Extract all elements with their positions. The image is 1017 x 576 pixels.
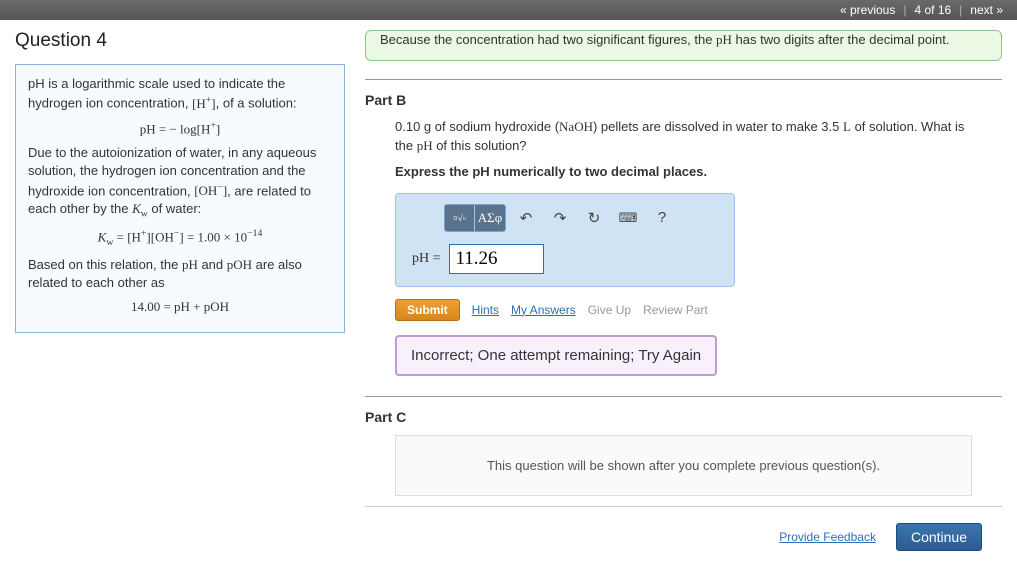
equation-kw: Kw = [H+][OH−] = 1.00 × 10−14 [28, 227, 332, 250]
correct-text: Because the concentration had two signif… [380, 32, 987, 48]
info-para-1: pH is a logarithmic scale used to indica… [28, 75, 332, 113]
part-b-label: Part B [365, 92, 1002, 108]
actions-row: Submit Hints My Answers Give Up Review P… [395, 299, 972, 321]
correct-feedback-box: Correct Because the concentration had tw… [365, 30, 1002, 61]
part-c-body: This question will be shown after you co… [395, 435, 972, 496]
prev-link[interactable]: « previous [840, 3, 895, 17]
answer-row: pH = [412, 244, 724, 274]
undo-button[interactable]: ↶ [512, 205, 540, 231]
part-b-question: 0.10 g of sodium hydroxide (NaOH) pellet… [395, 118, 972, 156]
keyboard-button[interactable]: ⌨ [614, 205, 642, 231]
next-link[interactable]: next » [970, 3, 1003, 17]
part-b-body: 0.10 g of sodium hydroxide (NaOH) pellet… [365, 118, 1002, 396]
left-column: Question 4 pH is a logarithmic scale use… [15, 30, 345, 561]
math-toolbar: ▫√▫ ΑΣφ ↶ ↷ ↻ ⌨ ? [444, 204, 724, 232]
part-divider [365, 79, 1002, 80]
info-para-3: Based on this relation, the pH and pOH a… [28, 256, 332, 292]
main-content: Question 4 pH is a logarithmic scale use… [0, 20, 1017, 576]
tool-group-templates: ▫√▫ ΑΣφ [444, 204, 506, 232]
greek-button[interactable]: ΑΣφ [475, 205, 505, 231]
equation-phpoh: 14.00 = pH + pOH [28, 298, 332, 316]
answer-lhs: pH = [412, 251, 441, 267]
provide-feedback-link[interactable]: Provide Feedback [779, 530, 876, 544]
my-answers-link[interactable]: My Answers [511, 303, 576, 317]
incorrect-feedback: Incorrect; One attempt remaining; Try Ag… [395, 335, 717, 376]
continue-button[interactable]: Continue [896, 523, 982, 551]
nav-divider: | [959, 3, 962, 17]
answer-box: ▫√▫ ΑΣφ ↶ ↷ ↻ ⌨ ? pH = [395, 193, 735, 287]
templates-button[interactable]: ▫√▫ [445, 205, 475, 231]
part-b-instruction: Express the pH numerically to two decima… [395, 164, 972, 179]
redo-button[interactable]: ↷ [546, 205, 574, 231]
nav-divider: | [903, 3, 906, 17]
question-title: Question 4 [15, 30, 345, 52]
info-para-2: Due to the autoionization of water, in a… [28, 144, 332, 221]
equation-ph: pH = − log[H+] [28, 119, 332, 139]
help-button[interactable]: ? [648, 205, 676, 231]
nav-count: 4 of 16 [914, 3, 951, 17]
hints-link[interactable]: Hints [472, 303, 499, 317]
submit-button[interactable]: Submit [395, 299, 460, 321]
give-up-link[interactable]: Give Up [588, 303, 631, 317]
right-column: Correct Because the concentration had tw… [365, 30, 1002, 561]
answer-input[interactable] [449, 244, 544, 274]
part-divider [365, 396, 1002, 397]
part-c-label: Part C [365, 409, 1002, 425]
top-nav: « previous | 4 of 16 | next » [0, 0, 1017, 20]
reset-button[interactable]: ↻ [580, 205, 608, 231]
footer-row: Provide Feedback Continue [365, 506, 1002, 561]
question-info-box: pH is a logarithmic scale used to indica… [15, 64, 345, 333]
review-part-link[interactable]: Review Part [643, 303, 708, 317]
